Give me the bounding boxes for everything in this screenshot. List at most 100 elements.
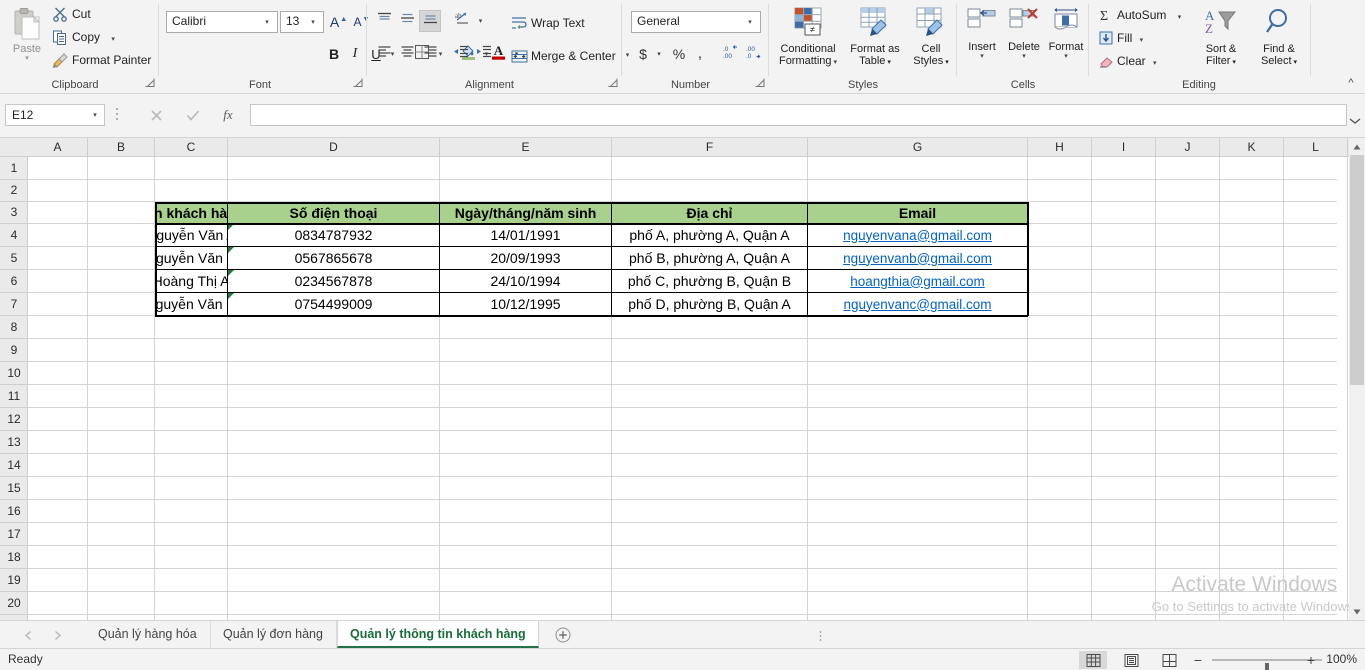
row-header-15[interactable]: 15 (0, 477, 28, 500)
increase-decimal-button[interactable]: .0 .00 (718, 43, 742, 65)
normal-view-button[interactable] (1079, 651, 1107, 669)
row-header-11[interactable]: 11 (0, 385, 28, 408)
table-header-cell[interactable]: Tên khách hàng (155, 202, 227, 223)
column-header-J[interactable]: J (1156, 138, 1220, 157)
copy-button[interactable]: Copy ▾ (50, 27, 115, 48)
enter-entry-button[interactable] (180, 104, 206, 126)
collapse-ribbon-button[interactable]: ^ (1343, 75, 1359, 91)
sheet-tab-3[interactable]: Quản lý thông tin khách hàng (337, 621, 539, 648)
vertical-scrollbar[interactable] (1349, 138, 1365, 620)
currency-dropdown-button[interactable]: ▾ (653, 43, 665, 65)
row-header-14[interactable]: 14 (0, 454, 28, 477)
increase-indent-button[interactable] (473, 43, 495, 65)
next-sheet-button[interactable] (47, 626, 67, 644)
previous-sheet-button[interactable] (18, 626, 38, 644)
email-link[interactable]: hoangthia@gmail.com (850, 274, 985, 289)
decrease-decimal-button[interactable]: .00 .0 (741, 43, 765, 65)
table-data-cell[interactable]: Hoàng Thị A (155, 270, 227, 292)
email-link[interactable]: nguyenvanb@gmail.com (843, 251, 992, 266)
row-header-20[interactable]: 20 (0, 592, 28, 615)
row-header-17[interactable]: 17 (0, 523, 28, 546)
wrap-text-button[interactable]: Wrap Text (508, 11, 586, 33)
table-data-cell[interactable]: Nguyễn Văn C (155, 293, 227, 315)
paste-button[interactable]: Paste ▾ (6, 4, 48, 74)
column-header-A[interactable]: A (28, 138, 88, 157)
row-header-9[interactable]: 9 (0, 339, 28, 362)
table-data-cell[interactable]: Nguyễn Văn A (155, 224, 227, 246)
column-header-C[interactable]: C (155, 138, 228, 157)
comma-style-button[interactable]: , (690, 43, 710, 65)
name-box[interactable]: E12 ▾ (5, 104, 105, 126)
sheet-tab-2[interactable]: Quản lý đơn hàng (211, 621, 337, 648)
table-data-cell[interactable]: phố C, phường B, Quận B (612, 270, 807, 292)
vertical-scroll-thumb[interactable] (1350, 155, 1364, 385)
insert-cells-button[interactable]: Insert ▾ (961, 3, 1003, 75)
format-cells-button[interactable]: Format ▾ (1045, 3, 1087, 75)
table-data-cell[interactable]: nguyenvanc@gmail.com (808, 293, 1027, 315)
percent-style-button[interactable]: % (668, 43, 690, 65)
fill-dropdown-icon[interactable]: ▾ (1140, 37, 1144, 44)
delete-cells-button[interactable]: Delete ▾ (1003, 3, 1045, 75)
table-data-cell[interactable]: 10/12/1995 (440, 293, 611, 315)
column-header-B[interactable]: B (88, 138, 155, 157)
align-bottom-button[interactable] (419, 10, 441, 32)
font-name-dropdown-icon[interactable]: ▾ (260, 12, 274, 32)
clear-button[interactable]: Clear ▾ (1096, 50, 1158, 71)
row-header-12[interactable]: 12 (0, 408, 28, 431)
table-data-cell[interactable]: 14/01/1991 (440, 224, 611, 246)
orientation-button[interactable]: ab (450, 10, 474, 32)
email-link[interactable]: nguyenvana@gmail.com (843, 228, 992, 243)
table-data-cell[interactable]: nguyenvana@gmail.com (808, 224, 1027, 246)
sheet-tab-1[interactable]: Quản lý hàng hóa (86, 621, 211, 648)
column-header-H[interactable]: H (1028, 138, 1092, 157)
scroll-down-button[interactable] (1349, 603, 1365, 620)
find-select-button[interactable]: Find & Select ▾ (1250, 3, 1308, 75)
table-data-cell[interactable]: 0754499009 (228, 293, 439, 315)
row-header-16[interactable]: 16 (0, 500, 28, 523)
row-header-10[interactable]: 10 (0, 362, 28, 385)
cancel-entry-button[interactable] (143, 104, 169, 126)
page-break-view-button[interactable] (1155, 651, 1183, 669)
row-header-3[interactable]: 3 (0, 202, 28, 224)
table-data-cell[interactable]: phố B, phường A, Quận A (612, 247, 807, 269)
number-dialog-launcher[interactable] (755, 78, 767, 90)
align-middle-button[interactable] (396, 10, 418, 32)
column-header-L[interactable]: L (1284, 138, 1348, 157)
table-data-cell[interactable]: 20/09/1993 (440, 247, 611, 269)
table-data-cell[interactable]: 0567865678 (228, 247, 439, 269)
copy-dropdown-icon[interactable]: ▾ (111, 36, 115, 43)
row-header-2[interactable]: 2 (0, 180, 28, 202)
grow-font-button[interactable]: A ▲ (328, 11, 349, 33)
column-header-K[interactable]: K (1220, 138, 1284, 157)
column-header-I[interactable]: I (1092, 138, 1156, 157)
format-as-table-button[interactable]: Format as Table ▾ (846, 3, 904, 75)
table-data-cell[interactable]: nguyenvanb@gmail.com (808, 247, 1027, 269)
zoom-out-button[interactable]: − (1190, 652, 1206, 668)
table-header-cell[interactable]: Số điện thoại (228, 202, 439, 223)
decrease-indent-button[interactable] (450, 43, 472, 65)
align-top-button[interactable] (373, 10, 395, 32)
autosum-dropdown-icon[interactable]: ▾ (1178, 14, 1182, 21)
column-header-G[interactable]: G (808, 138, 1028, 157)
currency-button[interactable]: $ (633, 43, 653, 65)
conditional-formatting-button[interactable]: ≠ Conditional Formatting ▾ (772, 3, 844, 75)
sort-filter-button[interactable]: A Z Sort & Filter ▾ (1192, 3, 1250, 75)
row-header-6[interactable]: 6 (0, 270, 28, 293)
align-left-button[interactable] (373, 43, 395, 65)
page-layout-view-button[interactable] (1117, 651, 1145, 669)
row-header-1[interactable]: 1 (0, 157, 28, 180)
table-data-cell[interactable]: 0234567878 (228, 270, 439, 292)
bold-button[interactable]: B (323, 43, 345, 65)
clipboard-dialog-launcher[interactable] (145, 78, 157, 90)
cut-button[interactable]: Cut (50, 4, 91, 25)
row-header-18[interactable]: 18 (0, 546, 28, 569)
table-header-cell[interactable]: Địa chỉ (612, 202, 807, 223)
row-header-5[interactable]: 5 (0, 247, 28, 270)
row-header-7[interactable]: 7 (0, 293, 28, 316)
number-format-dropdown-icon[interactable]: ▾ (743, 12, 757, 32)
name-box-dropdown-icon[interactable]: ▾ (88, 105, 102, 125)
formula-input[interactable] (250, 104, 1347, 126)
table-data-cell[interactable]: phố D, phường B, Quận A (612, 293, 807, 315)
table-header-cell[interactable]: Ngày/tháng/năm sinh (440, 202, 611, 223)
table-data-cell[interactable]: Nguyễn Văn B (155, 247, 227, 269)
